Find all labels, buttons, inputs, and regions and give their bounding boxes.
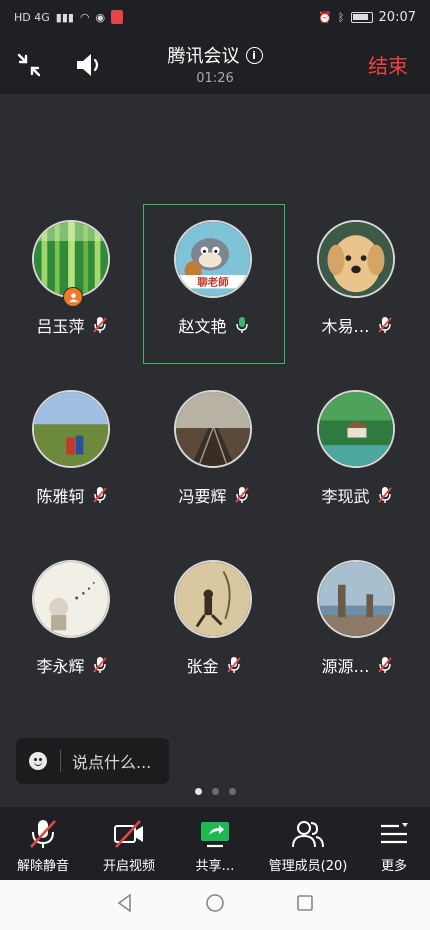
share-label: 共享… — [195, 859, 235, 874]
meeting-title: 腾讯会议 — [167, 46, 240, 67]
avatar: 聊老師 — [174, 220, 252, 298]
mic-muted-icon — [377, 656, 393, 674]
alarm-icon: ⏰ — [318, 10, 332, 24]
mic-on-icon — [234, 316, 250, 334]
system-nav-bar — [0, 880, 430, 930]
avatar — [317, 390, 395, 468]
host-icon — [63, 287, 83, 307]
avatar — [32, 390, 110, 468]
home-icon[interactable] — [204, 892, 226, 918]
participant-name: 源源… — [321, 657, 370, 676]
participant-grid: 吕玉萍 聊老師 赵文艳 木易… 陈雅轲 冯要辉 李现武 李永辉 张金 源源… — [0, 94, 430, 714]
more-label: 更多 — [380, 859, 407, 874]
divider — [60, 750, 61, 772]
participant-name: 赵文艳 — [178, 317, 227, 336]
mic-muted-icon — [92, 316, 108, 334]
more-menu-icon — [381, 823, 408, 844]
unmute-button[interactable]: 解除静音 — [0, 807, 86, 880]
status-bar: HD 4G ▮▮▮ ◠ ◉ ⏰ ᛒ 20:07 — [0, 0, 430, 34]
participant-name: 李永辉 — [36, 657, 85, 676]
unmute-label: 解除静音 — [16, 859, 69, 874]
participant-tile[interactable]: 源源… — [286, 544, 428, 704]
meeting-timer: 01:26 — [196, 71, 234, 86]
video-button[interactable]: 开启视频 — [86, 807, 172, 880]
page-dot-active[interactable] — [194, 788, 202, 795]
mic-muted-icon — [234, 486, 250, 504]
info-icon[interactable]: i — [245, 46, 263, 64]
mic-muted-icon — [226, 656, 242, 674]
back-icon[interactable] — [114, 892, 136, 918]
battery-icon — [350, 11, 373, 23]
meeting-toolbar: 解除静音 开启视频 共享… 管理成员(20) 更多 — [0, 807, 430, 880]
emoji-icon[interactable] — [29, 752, 47, 770]
video-off-icon — [114, 820, 143, 848]
mic-muted-icon — [377, 486, 393, 504]
recording-icon — [111, 10, 124, 24]
wifi-icon: ◠ — [79, 10, 90, 24]
participant-name: 木易… — [321, 317, 370, 336]
svg-text:聊老師: 聊老師 — [197, 276, 229, 289]
participant-name: 吕玉萍 — [36, 317, 85, 336]
avatar — [32, 560, 110, 638]
mic-muted-icon — [377, 316, 393, 334]
more-button[interactable]: 更多 — [358, 807, 430, 880]
participant-name: 李现武 — [321, 487, 370, 506]
manage-members-button[interactable]: 管理成员(20) — [258, 807, 358, 880]
meeting-header: 腾讯会议 i 01:26 结束 — [0, 34, 430, 94]
signal-icon: ▮▮▮ — [55, 10, 74, 24]
participant-tile[interactable]: 木易… — [286, 204, 428, 364]
participant-tile[interactable]: 李永辉 — [1, 544, 143, 704]
avatar — [174, 560, 252, 638]
mic-muted-icon — [92, 656, 108, 674]
recents-icon[interactable] — [294, 892, 316, 918]
participant-name: 陈雅轲 — [36, 487, 85, 506]
avatar — [174, 390, 252, 468]
chat-input[interactable]: 说点什么... — [16, 738, 169, 784]
share-screen-icon — [201, 822, 229, 848]
participant-tile[interactable]: 冯要辉 — [143, 374, 285, 534]
chat-placeholder: 说点什么... — [72, 753, 152, 772]
network-status: HD 4G — [14, 10, 50, 24]
page-indicator — [0, 788, 430, 795]
participant-tile-active[interactable]: 聊老師 赵文艳 — [143, 204, 285, 364]
participant-name: 冯要辉 — [178, 487, 227, 506]
end-meeting-button[interactable]: 结束 — [368, 50, 408, 79]
video-label: 开启视频 — [102, 859, 155, 874]
participant-name: 张金 — [186, 657, 219, 676]
mic-muted-icon — [92, 486, 108, 504]
participant-tile[interactable]: 陈雅轲 — [1, 374, 143, 534]
eye-icon: ◉ — [95, 10, 106, 24]
page-dot[interactable] — [228, 788, 236, 795]
members-label: 管理成员(20) — [268, 859, 348, 874]
page-dot[interactable] — [211, 788, 219, 795]
participant-tile[interactable]: 吕玉萍 — [1, 204, 143, 364]
avatar — [317, 220, 395, 298]
participant-tile[interactable]: 张金 — [143, 544, 285, 704]
participant-tile[interactable]: 李现武 — [286, 374, 428, 534]
status-time: 20:07 — [378, 9, 416, 25]
bluetooth-icon: ᛒ — [337, 10, 345, 24]
share-button[interactable]: 共享… — [172, 807, 258, 880]
avatar — [317, 560, 395, 638]
mic-muted-icon — [30, 820, 56, 848]
members-icon — [292, 821, 324, 848]
